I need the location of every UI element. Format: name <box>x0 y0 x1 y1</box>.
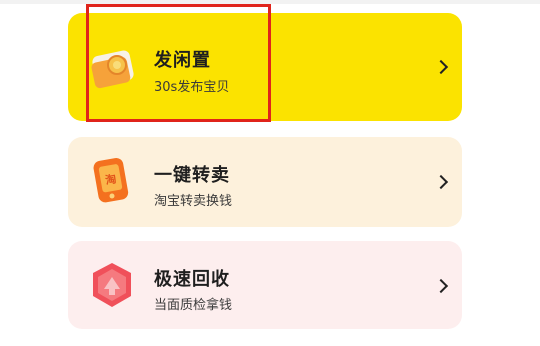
camera-tag-icon <box>91 50 134 89</box>
card-subtitle: 当面质检拿钱 <box>154 298 233 313</box>
chevron-right-icon <box>433 174 449 190</box>
chevron-right-icon <box>433 59 449 75</box>
recycle-badge-icon <box>93 263 131 307</box>
top-strip <box>0 0 540 4</box>
post-idle-card[interactable]: 发闲置 30s发布宝贝 <box>68 13 462 121</box>
card-title: 发闲置 <box>154 50 211 71</box>
card-title: 极速回收 <box>154 269 230 290</box>
card-title: 一键转卖 <box>154 165 230 186</box>
chevron-right-icon <box>433 278 449 294</box>
card-subtitle: 淘宝转卖换钱 <box>154 194 233 209</box>
taobao-phone-icon: 淘 <box>93 158 129 203</box>
card-subtitle: 30s发布宝贝 <box>154 80 230 95</box>
quick-recycle-card[interactable]: 极速回收 当面质检拿钱 <box>68 241 462 329</box>
one-click-resell-card[interactable]: 淘 一键转卖 淘宝转卖换钱 <box>68 137 462 227</box>
